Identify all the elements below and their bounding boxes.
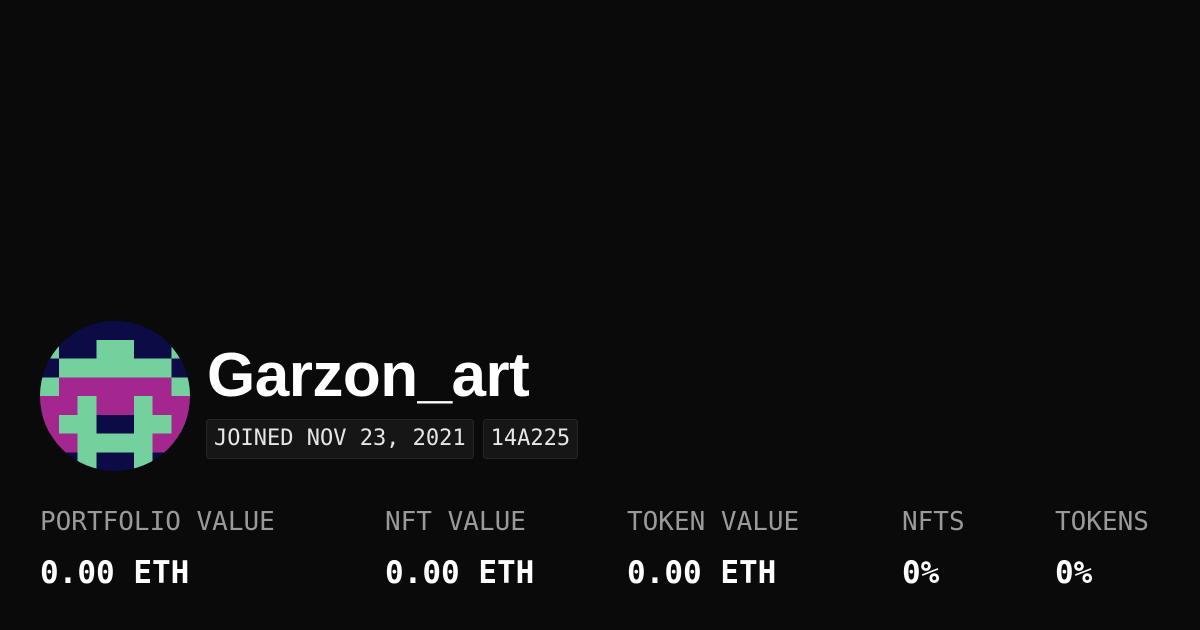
stat-portfolio-value: PORTFOLIO VALUE 0.00 ETH xyxy=(40,505,275,593)
stat-nfts-share: NFTS 0% xyxy=(902,505,965,593)
profile-avatar xyxy=(40,321,190,471)
stat-value: 0% xyxy=(902,555,940,591)
stat-label: PORTFOLIO VALUE xyxy=(40,507,275,537)
profile-badges: JOINED NOV 23, 2021 14A225 xyxy=(206,419,579,459)
stat-label: TOKEN VALUE xyxy=(627,507,800,537)
stat-value: 0% xyxy=(1055,555,1093,591)
profile-card: Garzon_art JOINED NOV 23, 2021 14A225 PO… xyxy=(0,0,1200,630)
stat-value: 0.00 ETH xyxy=(385,555,535,591)
stat-value: 0.00 ETH xyxy=(40,555,190,591)
stat-token-value: TOKEN VALUE 0.00 ETH xyxy=(627,505,799,593)
stat-value: 0.00 ETH xyxy=(627,555,777,591)
stat-nft-value: NFT VALUE 0.00 ETH xyxy=(385,505,534,593)
stat-label: NFTS xyxy=(902,507,965,537)
joined-date-badge: JOINED NOV 23, 2021 xyxy=(206,419,474,459)
stat-label: NFT VALUE xyxy=(385,507,526,537)
pixel-avatar-icon xyxy=(40,321,190,471)
username: Garzon_art xyxy=(207,341,530,410)
wallet-address-badge[interactable]: 14A225 xyxy=(482,419,579,459)
stat-tokens-share: TOKENS 0% xyxy=(1055,505,1149,593)
stat-label: TOKENS xyxy=(1055,507,1149,537)
